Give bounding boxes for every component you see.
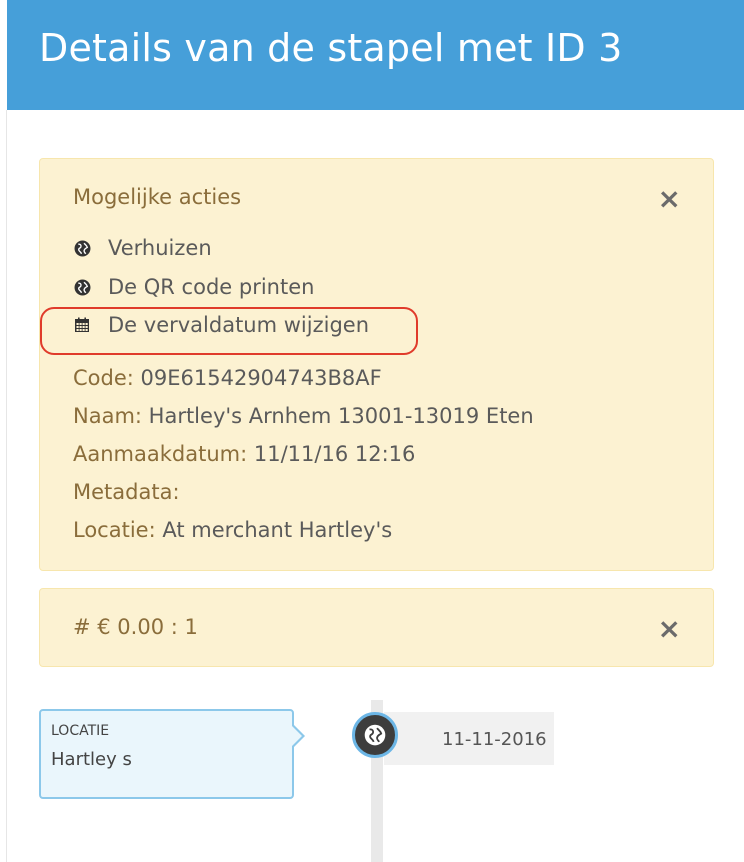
content-divider (6, 110, 7, 862)
field-value: 09E61542904743B8AF (133, 366, 382, 390)
field-metadata: Metadata: (73, 480, 180, 504)
field-value: At merchant Hartley's (155, 518, 393, 542)
close-icon[interactable]: × (658, 615, 681, 643)
price-alert: # € 0.00 : 1 × (39, 588, 714, 667)
action-label: De QR code printen (108, 275, 315, 299)
price-text: # € 0.00 : 1 (73, 615, 198, 639)
actions-alert: Mogelijke acties × Verhuizen De QR code … (39, 158, 714, 571)
field-label: Locatie: (73, 518, 156, 542)
page-header: Details van de stapel met ID 3 (7, 0, 744, 110)
page-title: Details van de stapel met ID 3 (39, 26, 623, 70)
action-print-qr[interactable]: De QR code printen (73, 275, 314, 299)
close-icon[interactable]: × (658, 185, 681, 213)
panel-body: Hartley s (51, 749, 132, 770)
field-value: Hartley's Arnhem 13001-13019 Eten (141, 404, 534, 428)
timeline-panel: LOCATIE Hartley s (39, 709, 294, 799)
field-label: Metadata: (73, 480, 180, 504)
field-label: Code: (73, 366, 134, 390)
action-label: Verhuizen (108, 236, 212, 260)
highlight-annotation (40, 307, 418, 355)
globe-icon (364, 724, 386, 746)
actions-title: Mogelijke acties (73, 185, 242, 209)
globe-icon (73, 239, 91, 257)
field-created: Aanmaakdatum: 11/11/16 12:16 (73, 442, 415, 466)
action-move[interactable]: Verhuizen (73, 236, 212, 260)
timeline-badge (352, 712, 398, 758)
globe-icon (73, 278, 91, 296)
field-value: 11/11/16 12:16 (247, 442, 416, 466)
field-label: Naam: (73, 404, 142, 428)
timeline-date: 11-11-2016 (442, 729, 547, 750)
field-label: Aanmaakdatum: (73, 442, 248, 466)
panel-arrow-inner (292, 726, 302, 746)
field-location: Locatie: At merchant Hartley's (73, 518, 392, 542)
field-name: Naam: Hartley's Arnhem 13001-13019 Eten (73, 404, 534, 428)
panel-title: LOCATIE (51, 723, 110, 739)
field-code: Code: 09E61542904743B8AF (73, 366, 382, 390)
